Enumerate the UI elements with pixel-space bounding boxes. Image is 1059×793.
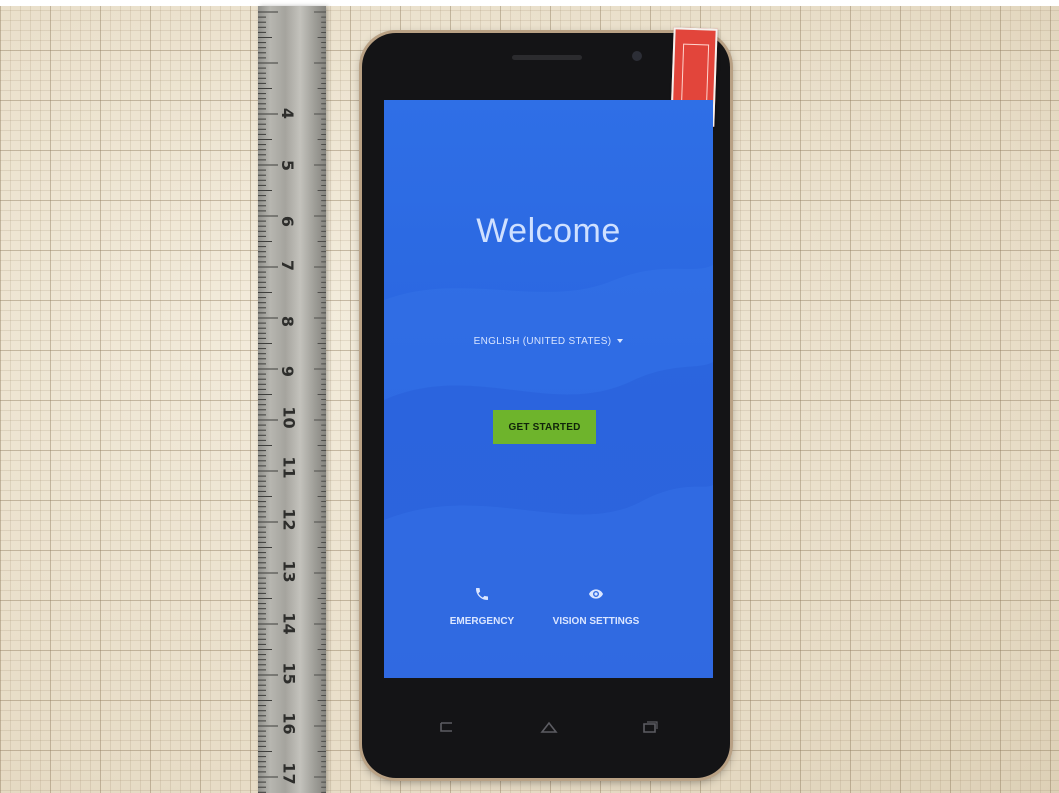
vision-settings-label: VISION SETTINGS: [552, 616, 640, 627]
top-strip: [0, 0, 1059, 6]
front-camera: [632, 51, 642, 61]
ruler-number: 15: [279, 662, 299, 685]
ruler-number: 13: [279, 560, 299, 583]
emergency-label: EMERGENCY: [449, 616, 515, 627]
ruler-number: 9: [278, 365, 298, 378]
metal-ruler: 4 5 6 7 8 9 10 11 12 13 14 15 16 17: [258, 6, 326, 793]
ruler-number: 6: [278, 215, 298, 228]
ruler-number: 17: [279, 762, 299, 785]
welcome-title: Welcome: [476, 212, 621, 250]
ruler-number: 11: [279, 456, 299, 479]
ruler-number: 4: [278, 107, 298, 120]
get-started-button[interactable]: GET STARTED: [493, 410, 596, 444]
back-key-icon[interactable]: [436, 720, 454, 734]
recents-key-icon[interactable]: [641, 720, 659, 734]
setup-screen: Welcome ENGLISH (UNITED STATES) GET STAR…: [384, 100, 713, 678]
navigation-keys: [384, 710, 713, 750]
language-selector[interactable]: ENGLISH (UNITED STATES): [384, 336, 713, 347]
home-key-icon[interactable]: [539, 720, 559, 734]
ruler-number: 7: [278, 259, 298, 272]
ruler-number: 16: [279, 712, 299, 735]
vision-settings-button[interactable]: VISION SETTINGS: [536, 586, 656, 627]
ruler-number: 10: [279, 406, 299, 429]
emergency-button[interactable]: EMERGENCY: [442, 586, 522, 627]
ruler-number: 12: [279, 508, 299, 531]
earpiece-speaker: [512, 55, 582, 60]
dropdown-caret-icon: [617, 339, 624, 344]
ruler-number: 14: [279, 612, 299, 635]
eye-icon: [589, 589, 603, 599]
language-label: ENGLISH (UNITED STATES): [473, 336, 612, 347]
phone-icon: [476, 588, 488, 600]
ruler-number: 5: [278, 159, 298, 172]
ruler-number: 8: [278, 315, 298, 328]
